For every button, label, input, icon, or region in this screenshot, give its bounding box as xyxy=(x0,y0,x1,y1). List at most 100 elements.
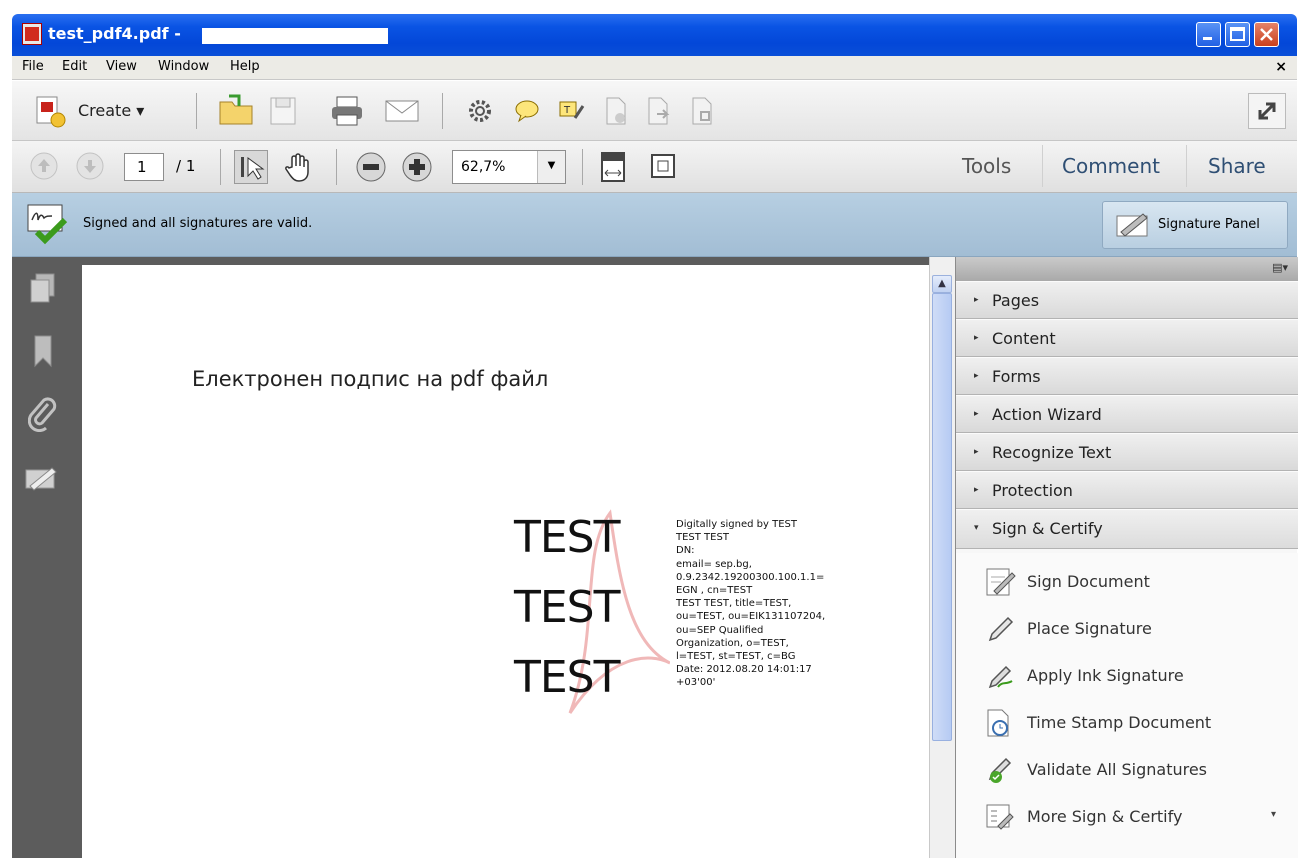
zoom-out-icon[interactable] xyxy=(354,150,388,184)
menu-view[interactable]: View xyxy=(106,59,137,74)
signature-name-line: TEST xyxy=(514,652,620,703)
share-tab[interactable]: Share xyxy=(1208,154,1266,178)
chevron-down-icon: ▾ xyxy=(974,523,979,533)
pane-label: Action Wizard xyxy=(992,405,1102,424)
navigation-pane xyxy=(12,257,74,858)
title-bar: test_pdf4.pdf - xyxy=(12,14,1297,56)
create-button[interactable]: Create ▾ xyxy=(78,101,144,120)
open-folder-icon[interactable] xyxy=(216,91,256,129)
vertical-scrollbar[interactable]: ▲ xyxy=(929,257,955,858)
menu-bar: File Edit View Window Help × xyxy=(12,56,1297,80)
pane-action-wizard[interactable]: ▸ Action Wizard xyxy=(956,395,1298,433)
signature-detail-line: l=TEST, st=TEST, c=BG xyxy=(676,651,796,663)
print-icon[interactable] xyxy=(328,93,366,129)
clock-document-icon xyxy=(984,708,1016,738)
signature-pen-icon xyxy=(1115,210,1151,240)
task-sign-document[interactable]: Sign Document xyxy=(956,559,1298,603)
document-viewport: Електронен подпис на pdf файл TEST TEST … xyxy=(74,257,929,858)
fit-page-icon[interactable] xyxy=(598,150,628,184)
create-icon[interactable] xyxy=(32,93,68,129)
svg-text:T: T xyxy=(563,105,571,116)
task-label: More Sign & Certify xyxy=(1027,807,1183,826)
sign-document-icon xyxy=(984,567,1016,597)
scrollbar-thumb[interactable] xyxy=(932,293,952,741)
task-label: Place Signature xyxy=(1027,619,1152,638)
close-icon xyxy=(1260,28,1273,41)
pane-recognize-text[interactable]: ▸ Recognize Text xyxy=(956,433,1298,471)
pane-content[interactable]: ▸ Content xyxy=(956,319,1298,357)
comment-bubble-icon[interactable] xyxy=(512,97,542,125)
validate-pen-icon xyxy=(984,755,1016,785)
panel-header: ▤▾ xyxy=(956,257,1298,281)
chevron-right-icon: ▸ xyxy=(974,371,979,381)
document-export-icon[interactable] xyxy=(644,95,672,127)
acrobat-icon xyxy=(22,23,42,45)
pane-label: Sign & Certify xyxy=(992,519,1103,538)
next-page-icon[interactable] xyxy=(74,150,106,182)
pane-protection[interactable]: ▸ Protection xyxy=(956,471,1298,509)
signature-detail-line: 0.9.2342.19200300.100.1.1= xyxy=(676,571,825,583)
pane-label: Forms xyxy=(992,367,1041,386)
pane-pages[interactable]: ▸ Pages xyxy=(956,281,1298,319)
bookmark-icon[interactable] xyxy=(26,333,60,369)
task-time-stamp-document[interactable]: Time Stamp Document xyxy=(956,700,1298,744)
maximize-button[interactable] xyxy=(1225,22,1250,47)
scroll-up-icon[interactable]: ▲ xyxy=(932,275,952,293)
document-delete-icon[interactable] xyxy=(602,95,630,127)
signature-detail-line: Date: 2012.08.20 14:01:17 xyxy=(676,664,812,676)
highlight-text-icon[interactable]: T xyxy=(556,97,586,125)
menu-file[interactable]: File xyxy=(22,59,44,74)
pen-icon xyxy=(984,614,1016,644)
zoom-in-icon[interactable] xyxy=(400,150,434,184)
close-document-button[interactable]: × xyxy=(1275,59,1287,75)
pane-label: Pages xyxy=(992,291,1040,310)
signature-detail-line: Digitally signed by TEST xyxy=(676,519,797,530)
pane-label: Protection xyxy=(992,481,1073,500)
panel-options-icon[interactable]: ▤▾ xyxy=(1272,261,1288,274)
full-screen-icon[interactable] xyxy=(648,150,678,182)
paperclip-icon[interactable] xyxy=(26,395,60,433)
gear-icon[interactable] xyxy=(466,97,494,125)
chevron-down-icon[interactable]: ▼ xyxy=(537,151,565,183)
chevron-right-icon: ▸ xyxy=(974,447,979,457)
minimize-button[interactable] xyxy=(1196,22,1221,47)
task-validate-all-signatures[interactable]: Validate All Signatures xyxy=(956,747,1298,791)
menu-help[interactable]: Help xyxy=(230,59,260,74)
zoom-value: 62,7% xyxy=(461,159,506,175)
tools-tab[interactable]: Tools xyxy=(962,154,1011,178)
pane-sign-certify[interactable]: ▾ Sign & Certify xyxy=(956,509,1298,549)
signature-panel-label: Signature Panel xyxy=(1158,217,1260,232)
signature-panel-button[interactable]: Signature Panel xyxy=(1102,201,1288,249)
task-apply-ink-signature[interactable]: Apply Ink Signature xyxy=(956,653,1298,697)
previous-page-icon[interactable] xyxy=(28,150,60,182)
task-place-signature[interactable]: Place Signature xyxy=(956,606,1298,650)
save-icon[interactable] xyxy=(266,93,300,129)
menu-window[interactable]: Window xyxy=(158,59,209,74)
pane-forms[interactable]: ▸ Forms xyxy=(956,357,1298,395)
chevron-right-icon: ▸ xyxy=(974,295,979,305)
hand-tool-icon[interactable] xyxy=(282,150,316,184)
close-window-button[interactable] xyxy=(1254,22,1279,47)
signature-details: Digitally signed by TEST TEST TEST DN: e… xyxy=(676,518,846,690)
pages-thumbnail-icon[interactable] xyxy=(26,271,60,305)
signatures-icon[interactable] xyxy=(24,463,60,493)
email-icon[interactable] xyxy=(382,95,422,127)
select-cursor-icon[interactable] xyxy=(234,150,268,184)
task-label: Time Stamp Document xyxy=(1027,713,1212,732)
tools-panel: ▤▾ ▸ Pages ▸ Content ▸ Forms ▸ Action Wi… xyxy=(955,257,1298,858)
chevron-down-icon[interactable]: ▾ xyxy=(1271,809,1276,820)
signature-detail-line: TEST TEST xyxy=(676,532,729,544)
zoom-select[interactable]: 62,7% ▼ xyxy=(452,150,566,184)
comment-tab[interactable]: Comment xyxy=(1062,154,1160,178)
document-attach-icon[interactable] xyxy=(688,95,716,127)
expand-icon[interactable] xyxy=(1248,93,1286,129)
task-more-sign-certify[interactable]: More Sign & Certify ▾ xyxy=(956,794,1298,838)
menu-edit[interactable]: Edit xyxy=(62,59,87,74)
window-title: test_pdf4.pdf - xyxy=(48,24,181,43)
pane-label: Content xyxy=(992,329,1056,348)
signature-detail-line: TEST TEST, title=TEST, xyxy=(676,598,792,610)
page-number-input[interactable]: 1 xyxy=(124,153,164,181)
pdf-page: Електронен подпис на pdf файл TEST TEST … xyxy=(82,265,929,858)
signature-status-message: Signed and all signatures are valid. xyxy=(83,216,313,231)
ink-pen-icon xyxy=(984,661,1016,691)
